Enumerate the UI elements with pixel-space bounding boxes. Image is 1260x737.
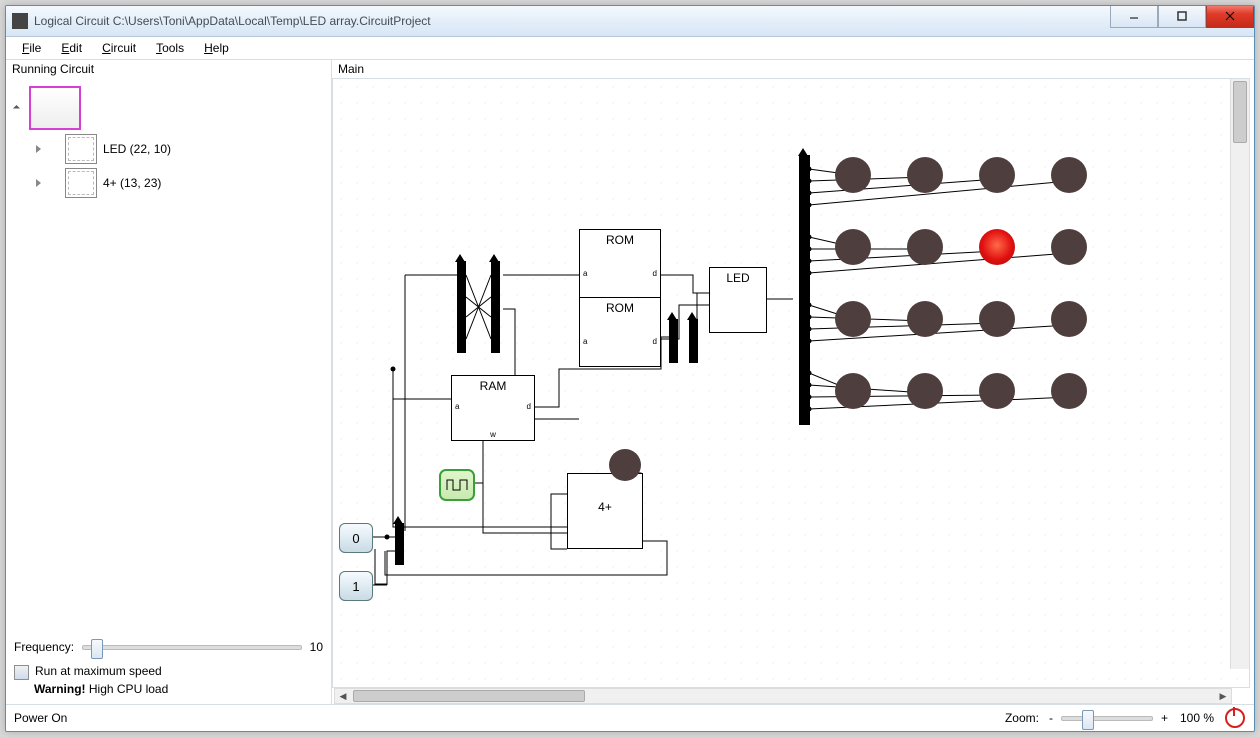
led-output — [907, 157, 943, 193]
running-circuit-thumb[interactable] — [29, 86, 81, 130]
led-output — [835, 157, 871, 193]
frequency-label: Frequency: — [14, 640, 74, 654]
menu-help[interactable]: Help — [196, 39, 237, 57]
indicator-led — [609, 449, 641, 481]
splitter-tri-icon — [667, 312, 677, 320]
led-block[interactable]: LED — [709, 267, 767, 333]
window-title: Logical Circuit C:\Users\Toni\AppData\Lo… — [34, 14, 1110, 28]
rom-block-1[interactable]: ROM a d — [579, 229, 661, 299]
counter-block[interactable]: 4+ — [567, 473, 643, 549]
menu-circuit[interactable]: Circuit — [94, 39, 144, 57]
led-output — [907, 373, 943, 409]
block-label: 4+ — [568, 474, 642, 514]
circuit-canvas[interactable]: 0 1 ROM a d — [332, 78, 1250, 688]
expander-icon[interactable] — [13, 104, 20, 111]
expander-icon[interactable] — [36, 145, 41, 153]
splitter[interactable] — [669, 319, 678, 363]
cpu-warning: Warning! High CPU load — [6, 682, 331, 704]
led-output — [1051, 229, 1087, 265]
zoom-plus[interactable]: + — [1161, 711, 1168, 725]
maximize-button[interactable] — [1158, 5, 1206, 28]
led-output — [835, 229, 871, 265]
led-output — [979, 301, 1015, 337]
circuit-thumb — [65, 134, 97, 164]
led-output — [835, 301, 871, 337]
scroll-right-icon[interactable]: ▶ — [1215, 689, 1231, 703]
led-output — [835, 373, 871, 409]
clock-source[interactable] — [439, 469, 475, 501]
splitter-bus[interactable] — [799, 155, 810, 425]
run-max-checkbox[interactable] — [14, 665, 29, 680]
led-output — [1051, 373, 1087, 409]
tree-label: LED (22, 10) — [103, 142, 171, 156]
block-label: RAM — [452, 376, 534, 393]
scrollbar-thumb[interactable] — [353, 690, 585, 702]
app-window: Logical Circuit C:\Users\Toni\AppData\Lo… — [5, 5, 1255, 732]
power-icon — [1225, 708, 1245, 728]
led-output — [979, 373, 1015, 409]
led-output — [907, 301, 943, 337]
close-button[interactable] — [1206, 5, 1254, 28]
minimize-button[interactable] — [1110, 5, 1158, 28]
splitter-tri-icon — [393, 516, 403, 524]
led-output — [979, 157, 1015, 193]
tree-item-4plus[interactable]: 4+ (13, 23) — [12, 168, 325, 198]
sidebar-header: Running Circuit — [6, 60, 331, 78]
menu-edit[interactable]: Edit — [53, 39, 90, 57]
rom-block-2[interactable]: ROM a d — [579, 297, 661, 367]
zoom-value: 100 % — [1180, 711, 1214, 725]
menubar: File Edit Circuit Tools Help — [6, 37, 1254, 60]
titlebar[interactable]: Logical Circuit C:\Users\Toni\AppData\Lo… — [6, 6, 1254, 37]
led-output — [907, 229, 943, 265]
block-label: LED — [710, 268, 766, 285]
circuit-thumb — [65, 168, 97, 198]
slider-thumb[interactable] — [91, 639, 103, 659]
statusbar: Power On Zoom: - + 100 % — [6, 704, 1254, 731]
constant-1[interactable]: 1 — [339, 571, 373, 601]
menu-file[interactable]: File — [14, 39, 49, 57]
power-status: Power On — [14, 711, 67, 725]
expander-icon[interactable] — [36, 179, 41, 187]
tree-item-led[interactable]: LED (22, 10) — [12, 134, 325, 164]
scrollbar-thumb[interactable] — [1233, 81, 1247, 143]
circuit-tree[interactable]: LED (22, 10) 4+ (13, 23) — [6, 78, 331, 634]
led-output-on — [979, 229, 1015, 265]
zoom-slider[interactable] — [1061, 716, 1153, 721]
led-output — [1051, 157, 1087, 193]
app-icon — [12, 13, 28, 29]
slider-thumb[interactable] — [1082, 710, 1094, 730]
block-label: ROM — [580, 230, 660, 247]
tree-item-main[interactable] — [12, 86, 325, 130]
sidebar: Running Circuit LED (22, 10) 4+ (13, 2 — [6, 60, 332, 704]
splitter[interactable] — [689, 319, 698, 363]
menu-tools[interactable]: Tools — [148, 39, 192, 57]
main-area: Main — [332, 60, 1254, 704]
splitter[interactable] — [395, 523, 404, 565]
run-max-label: Run at maximum speed — [35, 664, 162, 678]
tree-label: 4+ (13, 23) — [103, 176, 161, 190]
canvas-title: Main — [332, 60, 1254, 78]
scroll-left-icon[interactable]: ◀ — [335, 689, 351, 703]
frequency-value: 10 — [310, 640, 323, 654]
horizontal-scrollbar[interactable]: ◀ ▶ — [334, 688, 1232, 704]
ram-block[interactable]: RAM a d w — [451, 375, 535, 441]
frequency-row: Frequency: 10 — [6, 634, 331, 660]
vertical-scrollbar[interactable] — [1230, 79, 1249, 669]
block-label: ROM — [580, 298, 660, 315]
zoom-label: Zoom: — [1005, 711, 1039, 725]
constant-0[interactable]: 0 — [339, 523, 373, 553]
power-button[interactable] — [1224, 707, 1246, 729]
zoom-minus[interactable]: - — [1049, 711, 1053, 725]
led-output — [1051, 301, 1087, 337]
frequency-slider[interactable] — [82, 645, 302, 650]
splitter-tri-icon — [687, 312, 697, 320]
splitter-tri-icon — [798, 148, 808, 156]
